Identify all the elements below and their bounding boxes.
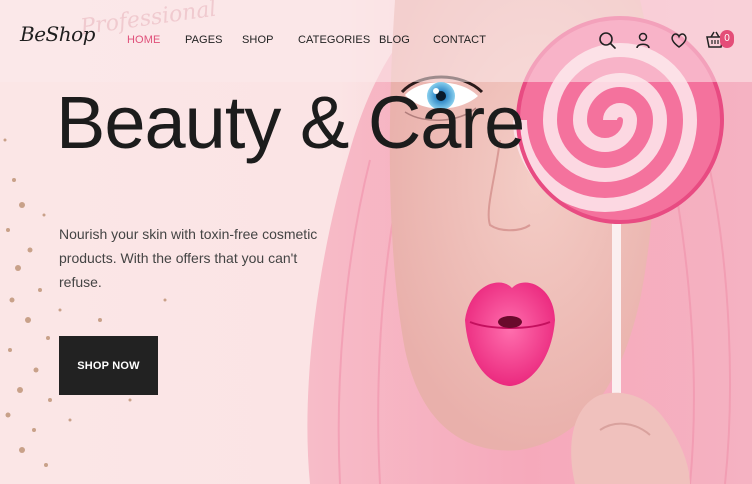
cart-count-badge: 0 (720, 30, 734, 48)
site-logo[interactable]: BeShop (20, 22, 95, 46)
nav-blog[interactable]: BLOG (379, 34, 410, 46)
site-header: Professional BeShop HOME PAGES SHOP CATE… (0, 0, 752, 82)
nav-categories[interactable]: CATEGORIES (298, 34, 370, 46)
shop-now-button[interactable]: SHOP NOW (59, 336, 158, 395)
hero-title: Beauty & Care (56, 81, 525, 164)
nav-shop[interactable]: SHOP (242, 34, 274, 46)
search-icon[interactable] (597, 30, 617, 50)
user-icon[interactable] (633, 30, 653, 50)
nav-home[interactable]: HOME (127, 34, 160, 46)
hero-subtitle: Nourish your skin with toxin-free cosmet… (59, 226, 318, 290)
nav-pages[interactable]: PAGES (185, 34, 223, 46)
heart-icon[interactable] (669, 30, 689, 50)
nav-contact[interactable]: CONTACT (433, 34, 486, 46)
powder-specks (3, 138, 167, 467)
hero-section: Professional BeShop HOME PAGES SHOP CATE… (0, 0, 752, 484)
